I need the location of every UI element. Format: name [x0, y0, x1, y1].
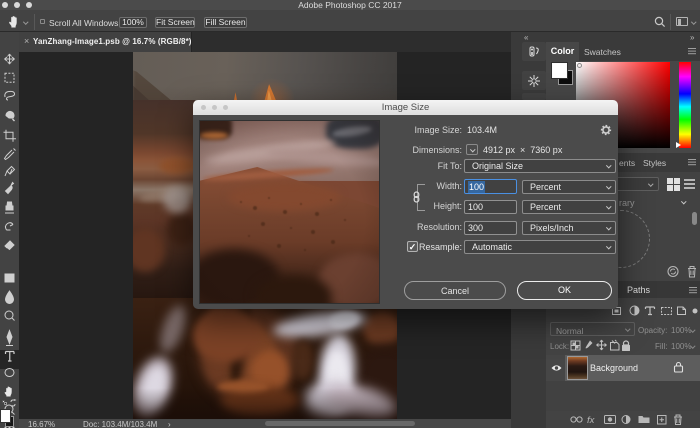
svg-text:fx: fx — [587, 415, 596, 426]
